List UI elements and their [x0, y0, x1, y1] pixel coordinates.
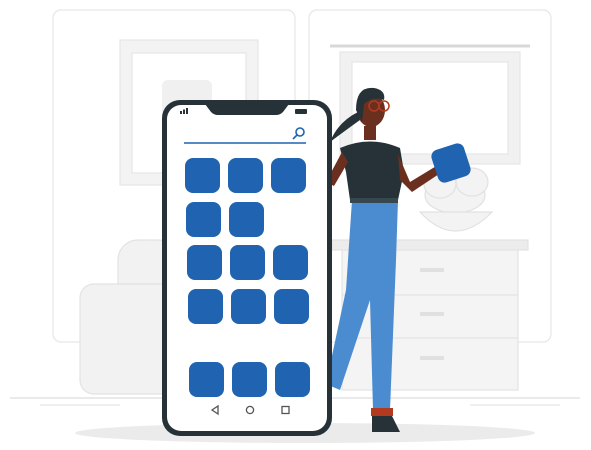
app-tile[interactable] [232, 362, 267, 397]
shirt [340, 141, 404, 200]
shoe-foot [372, 416, 400, 432]
app-tile[interactable] [273, 245, 308, 280]
app-tile[interactable] [189, 362, 224, 397]
app-tile[interactable] [185, 158, 220, 193]
app-tile[interactable] [275, 362, 310, 397]
app-tile[interactable] [231, 289, 266, 324]
app-tile[interactable] [228, 158, 263, 193]
phone-notch [205, 104, 289, 115]
phone [162, 100, 332, 436]
illustration-scene [10, 9, 580, 443]
app-tile[interactable] [230, 245, 265, 280]
app-tile[interactable] [229, 202, 264, 237]
app-tile[interactable] [186, 202, 221, 237]
app-tile[interactable] [271, 158, 306, 193]
shoe-right [371, 408, 393, 416]
app-tile[interactable] [274, 289, 309, 324]
app-tile[interactable] [187, 245, 222, 280]
battery-icon [295, 109, 307, 114]
app-tile[interactable] [188, 289, 223, 324]
